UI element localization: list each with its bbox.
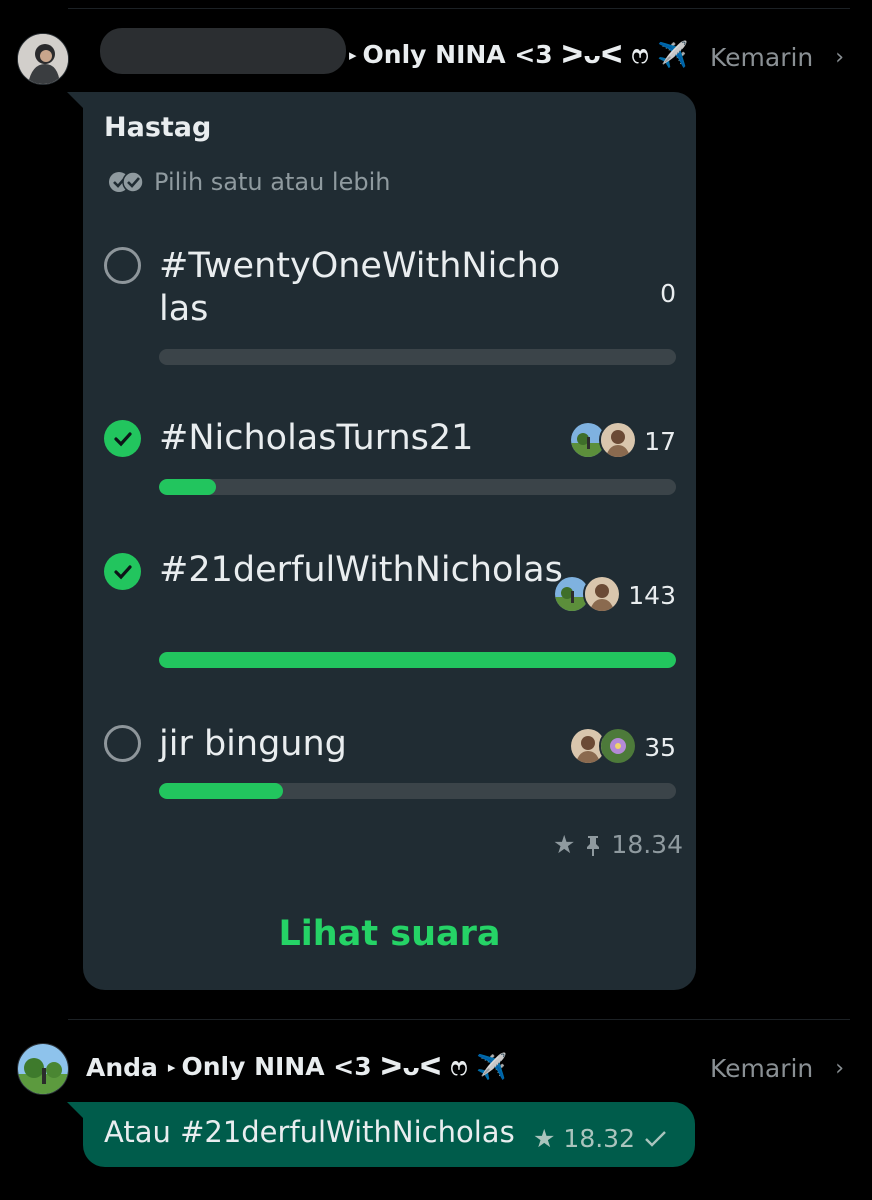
poll-question: Hastag: [104, 112, 212, 143]
poll-option-bar-fill: [159, 479, 216, 495]
radio-checked-icon[interactable]: [104, 553, 141, 590]
group-name[interactable]: Only NINA <3 ᐳᴗᐸ ෆ ✈️: [181, 1052, 507, 1082]
poll-option-label: #TwentyOneWithNicholas: [159, 246, 561, 329]
sender-separator: ▸: [167, 1058, 176, 1076]
avatar-self[interactable]: [17, 1043, 69, 1095]
poll-option-count: 143: [628, 581, 676, 610]
outgoing-message-bubble[interactable]: Atau #21derfulWithNicholas ★ 18.32: [67, 1102, 695, 1167]
avatar-sender[interactable]: [17, 33, 69, 85]
message1-time-row[interactable]: Kemarin ›: [710, 43, 844, 72]
radio-unchecked-icon[interactable]: [104, 247, 141, 284]
voter-avatar-flower-icon: [599, 727, 637, 765]
message2-date-label: Kemarin: [710, 1054, 814, 1083]
message-time: 18.32: [563, 1124, 635, 1153]
check-icon: [113, 564, 132, 579]
sender-name[interactable]: Anda: [86, 1053, 158, 1082]
message1-sender-line: ▸ Only NINA <3 ᐳᴗᐸ ෆ ✈️: [345, 40, 688, 70]
radio-unchecked-icon[interactable]: [104, 725, 141, 762]
voter-avatar-person-icon: [599, 421, 637, 459]
multi-select-check-icon: [109, 171, 144, 193]
radio-checked-icon[interactable]: [104, 420, 141, 457]
message-divider: [68, 1019, 850, 1020]
message2-time-row[interactable]: Kemarin ›: [710, 1054, 844, 1083]
poll-option-label: #NicholasTurns21: [159, 418, 474, 458]
avatar-landscape-icon: [18, 1044, 68, 1094]
poll-option-label: jir bingung: [159, 724, 347, 764]
poll-hint: Pilih satu atau lebih: [108, 168, 390, 196]
top-divider: [68, 8, 850, 9]
poll-option-bar: [159, 349, 676, 365]
poll-hint-text: Pilih satu atau lebih: [154, 168, 391, 196]
poll-option-count: 35: [644, 733, 676, 762]
check-icon: [113, 431, 132, 446]
sender-separator: ▸: [349, 46, 357, 64]
poll-option-bar-fill: [159, 783, 284, 799]
sent-check-icon: [645, 1130, 666, 1147]
poll-meta: ★ 18.34: [553, 830, 683, 859]
voter-avatar-person-icon: [583, 575, 621, 613]
poll-option-bar: [159, 783, 676, 799]
view-votes-button[interactable]: Lihat suara: [83, 914, 696, 954]
pin-icon: [587, 835, 600, 856]
poll-time: 18.34: [611, 830, 683, 859]
poll-option-label: #21derfulWithNicholas: [159, 550, 563, 590]
message2-sender-line: Anda ▸ Only NINA <3 ᐳᴗᐸ ෆ ✈️: [86, 1052, 507, 1082]
poll-option-count: 17: [644, 427, 676, 456]
chevron-right-icon: ›: [835, 1056, 845, 1081]
star-icon: ★: [553, 830, 576, 859]
star-icon: ★: [533, 1124, 556, 1153]
poll-option-bar-fill: [159, 652, 676, 668]
message-meta: ★ 18.32: [533, 1124, 669, 1153]
poll-bubble: Hastag Pilih satu atau lebih #TwentyOneW…: [67, 92, 696, 990]
avatar-photo-icon: [18, 34, 68, 84]
voter-avatars[interactable]: [569, 421, 637, 459]
poll-option-count: 0: [660, 279, 676, 308]
redacted-sender-name: [100, 28, 346, 74]
voter-avatars[interactable]: [553, 575, 621, 613]
voter-avatars[interactable]: [569, 727, 637, 765]
message-text: Atau #21derfulWithNicholas: [104, 1115, 515, 1149]
poll-option-bar: [159, 652, 676, 668]
chevron-right-icon: ›: [835, 45, 845, 70]
poll-option-bar: [159, 479, 676, 495]
message1-date-label: Kemarin: [710, 43, 814, 72]
group-name[interactable]: Only NINA <3 ᐳᴗᐸ ෆ ✈️: [363, 40, 689, 70]
